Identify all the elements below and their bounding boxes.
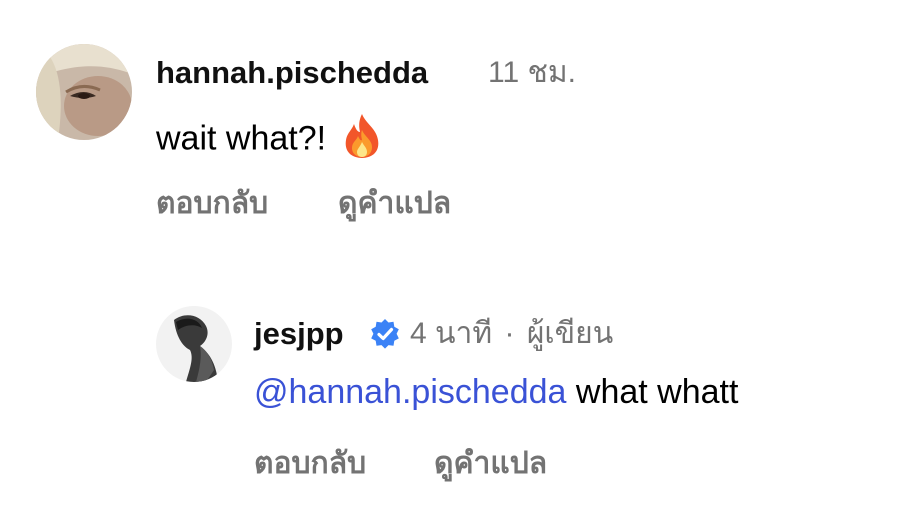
comment-username[interactable]: hannah.pischedda [156, 55, 428, 91]
comment-text: wait what?! [156, 112, 384, 169]
meta-separator: · [504, 317, 515, 350]
see-translation-button[interactable]: ดูคำแปล [338, 186, 451, 222]
comment-username[interactable]: jesjpp [254, 316, 344, 352]
mention-link[interactable]: @hannah.pischedda [254, 373, 566, 411]
avatar[interactable] [156, 306, 232, 382]
see-translation-button[interactable]: ดูคำแปล [434, 446, 547, 482]
comment-timestamp: 11 ชม. [488, 56, 576, 89]
verified-badge-icon [369, 318, 401, 355]
comment-timestamp: 4 นาที · ผู้เขียน [410, 316, 613, 352]
comment-text: @hannah.pischedda what whatt [254, 372, 738, 412]
comment-text-content: what whatt [575, 373, 739, 411]
fire-emoji-icon [340, 112, 384, 169]
author-label: ผู้เขียน [526, 317, 614, 350]
reply-button[interactable]: ตอบกลับ [156, 186, 268, 222]
avatar[interactable] [36, 44, 132, 140]
comment-time: 4 นาที [410, 317, 493, 350]
reply-button[interactable]: ตอบกลับ [254, 446, 366, 482]
comment-text-content: wait what?! [156, 119, 327, 158]
